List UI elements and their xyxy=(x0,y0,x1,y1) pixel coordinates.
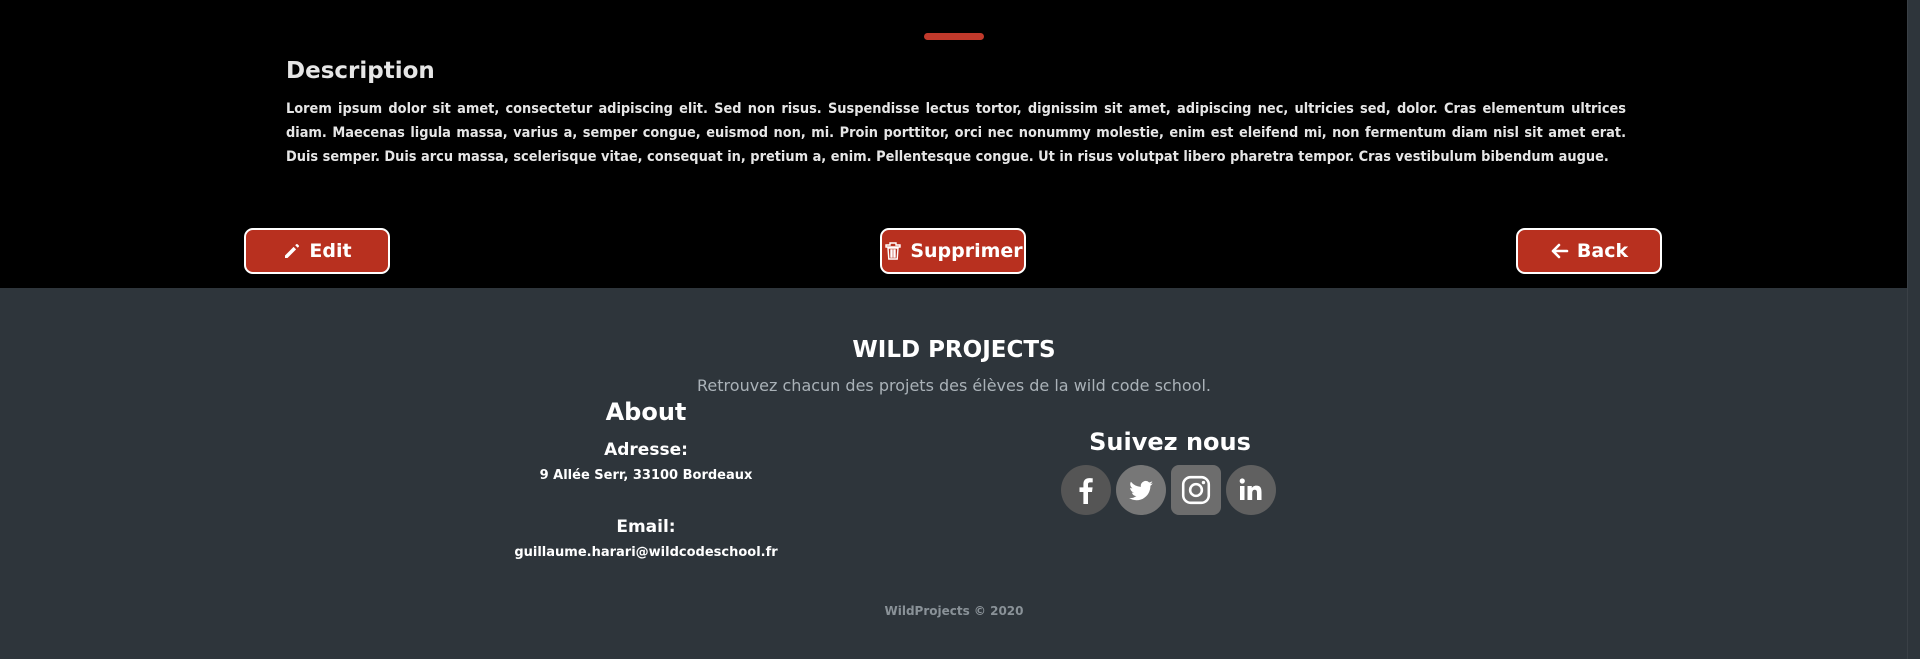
delete-label: Supprimer xyxy=(910,240,1023,262)
footer-tagline: Retrouvez chacun des projets des élèves … xyxy=(697,376,1211,395)
trash-icon xyxy=(883,241,903,261)
back-label: Back xyxy=(1576,240,1629,262)
linkedin-icon[interactable] xyxy=(1226,465,1276,515)
twitter-icon[interactable] xyxy=(1116,465,1166,515)
description-text: Lorem ipsum dolor sit amet, consectetur … xyxy=(286,101,1626,165)
delete-button[interactable]: Supprimer xyxy=(880,228,1026,274)
facebook-icon[interactable] xyxy=(1061,465,1111,515)
scrollbar[interactable] xyxy=(1907,0,1920,659)
detail-section: Description Lorem ipsum dolor sit amet, … xyxy=(0,0,1908,288)
social-links xyxy=(1061,465,1276,515)
edit-button[interactable]: Edit xyxy=(244,228,390,274)
edit-label: Edit xyxy=(309,240,352,262)
description-title: Description xyxy=(286,58,435,84)
about-section: About Adresse: 9 Allée Serr, 33100 Borde… xyxy=(496,398,796,560)
follow-section: Suivez nous xyxy=(1020,428,1320,456)
pencil-icon xyxy=(282,241,302,261)
footer-title: WILD PROJECTS xyxy=(852,337,1056,363)
instagram-icon[interactable] xyxy=(1171,465,1221,515)
address-label: Adresse: xyxy=(604,440,688,460)
copyright: WildProjects © 2020 xyxy=(884,604,1024,618)
about-heading: About xyxy=(605,398,687,426)
address-value: 9 Allée Serr, 33100 Bordeaux xyxy=(539,468,753,483)
follow-heading: Suivez nous xyxy=(1089,428,1251,456)
back-button[interactable]: Back xyxy=(1516,228,1662,274)
email-label: Email: xyxy=(616,517,676,537)
accent-bar xyxy=(924,33,984,40)
arrow-left-icon xyxy=(1550,241,1570,261)
email-value: guillaume.harari@wildcodeschool.fr xyxy=(514,545,778,560)
